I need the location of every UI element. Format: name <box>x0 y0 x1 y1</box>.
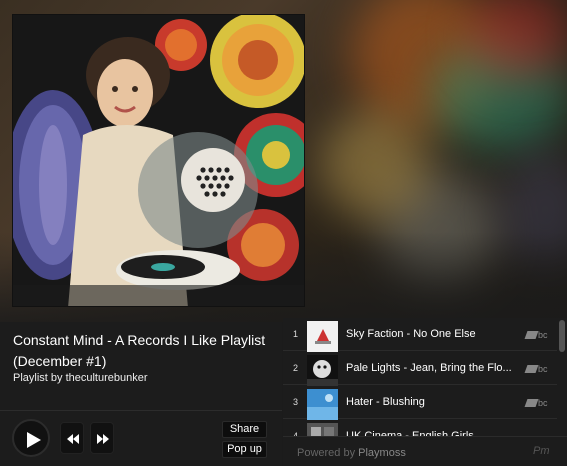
playmoss-logo-icon[interactable]: Pm <box>533 445 550 457</box>
playlist-title: Constant Mind - A Records I Like Playlis… <box>13 332 266 369</box>
track-title: Sky Faction - No One Else <box>346 328 476 340</box>
previous-icon <box>67 434 79 444</box>
divider <box>0 410 282 411</box>
powered-by-prefix: Powered by <box>297 447 359 459</box>
bandcamp-badge[interactable]: bc <box>524 398 548 408</box>
tracklist-scrollbar[interactable] <box>559 320 565 352</box>
track-number: 3 <box>293 397 299 407</box>
playlist-info-panel: Constant Mind - A Records I Like Playlis… <box>0 322 282 466</box>
powered-by-text: Powered by Playmoss <box>297 447 406 459</box>
track-row[interactable]: 2 Pale Lights - Jean, Bring the Flo... b… <box>283 352 557 386</box>
tracklist-panel: 1 Sky Faction - No One Else bc 2 Pale Li… <box>283 318 567 466</box>
bandcamp-icon <box>524 331 539 339</box>
album-cover <box>12 14 305 307</box>
track-thumbnail <box>307 355 338 386</box>
track-row[interactable]: 1 Sky Faction - No One Else bc <box>283 318 557 352</box>
previous-button[interactable] <box>60 422 84 454</box>
bandcamp-icon <box>524 399 539 407</box>
album-cover-art <box>13 15 304 306</box>
popup-button[interactable]: Pop up <box>222 441 267 458</box>
bandcamp-label: bc <box>538 398 548 408</box>
bandcamp-label: bc <box>538 330 548 340</box>
track-thumbnail <box>307 389 338 420</box>
next-button[interactable] <box>90 422 114 454</box>
track-row[interactable]: 3 Hater - Blushing bc <box>283 386 557 420</box>
playlist-byline[interactable]: Playlist by theculturebunker <box>13 372 148 384</box>
play-button[interactable] <box>12 419 50 457</box>
bandcamp-badge[interactable]: bc <box>524 364 548 374</box>
bandcamp-badge[interactable]: bc <box>524 330 548 340</box>
share-button[interactable]: Share <box>222 421 267 438</box>
track-title: Pale Lights - Jean, Bring the Flo... <box>346 362 512 374</box>
next-icon <box>97 434 109 444</box>
track-number: 2 <box>293 363 299 373</box>
bandcamp-label: bc <box>538 364 548 374</box>
track-title: Hater - Blushing <box>346 396 425 408</box>
background-blob <box>320 110 430 220</box>
footer: Powered by Playmoss Pm <box>283 436 567 466</box>
play-icon <box>27 432 41 448</box>
bandcamp-icon <box>524 365 539 373</box>
playmoss-link[interactable]: Playmoss <box>358 447 406 459</box>
track-thumbnail <box>307 321 338 352</box>
track-number: 1 <box>293 329 299 339</box>
